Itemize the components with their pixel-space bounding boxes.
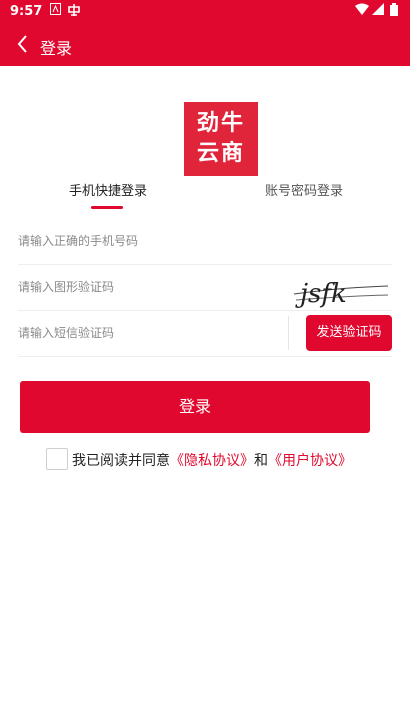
- wifi-icon: [355, 3, 369, 18]
- battery-icon: [390, 3, 398, 19]
- send-code-button[interactable]: 发送验证码: [306, 315, 392, 351]
- sms-code-input[interactable]: [18, 310, 268, 356]
- phone-input[interactable]: [18, 218, 268, 264]
- page-title: 登录: [40, 39, 73, 58]
- tab-password-login[interactable]: 账号密码登录: [265, 180, 343, 199]
- app-notification-icon: [67, 3, 81, 20]
- user-agreement-link[interactable]: 《用户协议》: [268, 453, 352, 469]
- status-time: 9:57: [10, 4, 43, 19]
- agreement-prefix: 我已阅读并同意: [72, 453, 170, 469]
- notification-icon: [50, 3, 61, 18]
- agreement-text: 我已阅读并同意《隐私协议》和《用户协议》: [72, 450, 352, 470]
- logo-line1: 劲牛: [196, 111, 245, 136]
- tab-phone-login[interactable]: 手机快捷登录: [69, 180, 147, 199]
- agreement-checkbox[interactable]: [46, 448, 68, 470]
- back-arrow-icon[interactable]: [12, 32, 36, 56]
- login-button[interactable]: 登录: [20, 381, 370, 433]
- status-bar: 9:57: [0, 0, 410, 24]
- signal-icon: [372, 3, 384, 18]
- sms-field-row: 发送验证码: [18, 310, 392, 357]
- captcha-input[interactable]: [18, 264, 268, 310]
- active-tab-indicator: [91, 206, 123, 209]
- phone-field-row: [18, 218, 392, 265]
- app-logo: 劲牛 云商: [184, 102, 258, 176]
- agreement-and: 和: [254, 453, 268, 469]
- divider: [288, 316, 289, 350]
- app-bar: 登录: [0, 24, 410, 66]
- privacy-policy-link[interactable]: 《隐私协议》: [170, 453, 254, 469]
- logo-line2: 云商: [196, 141, 245, 166]
- captcha-field-row: jsfk: [18, 264, 392, 311]
- captcha-image[interactable]: jsfk: [292, 268, 390, 310]
- captcha-text: jsfk: [295, 279, 347, 309]
